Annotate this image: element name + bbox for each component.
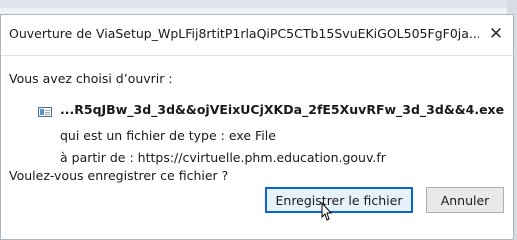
source-value: https://cvirtuelle.phm.education.gouv.fr <box>137 150 386 165</box>
download-dialog: Ouverture de ViaSetup_WpLFij8rtitP1rlaQi… <box>0 14 514 240</box>
file-type-label: qui est un fichier de type : <box>60 128 225 143</box>
intro-text: Vous avez choisi d’ouvrir : <box>9 71 173 86</box>
source-label: à partir de : <box>60 150 134 165</box>
background-strip <box>0 0 517 8</box>
source-row: à partir de : https://cvirtuelle.phm.edu… <box>60 150 386 165</box>
file-type-row: qui est un fichier de type : exe File <box>60 128 276 143</box>
mouse-cursor-icon <box>321 202 333 221</box>
close-icon[interactable]: ✕ <box>485 23 507 45</box>
dialog-title: Ouverture de ViaSetup_WpLFij8rtitP1rlaQi… <box>9 26 479 41</box>
cancel-button[interactable]: Annuler <box>426 187 504 213</box>
question-text: Voulez-vous enregistrer ce fichier ? <box>9 168 229 183</box>
file-type-value: exe File <box>228 128 276 143</box>
file-name: ...R5qJBw_3d_3d&&ojVEixUCjXKDa_2fE5XuvRF… <box>60 102 505 117</box>
file-icon <box>38 107 52 117</box>
save-file-button[interactable]: Enregistrer le fichier <box>265 187 413 213</box>
dialog-titlebar: Ouverture de ViaSetup_WpLFij8rtitP1rlaQi… <box>1 15 513 56</box>
